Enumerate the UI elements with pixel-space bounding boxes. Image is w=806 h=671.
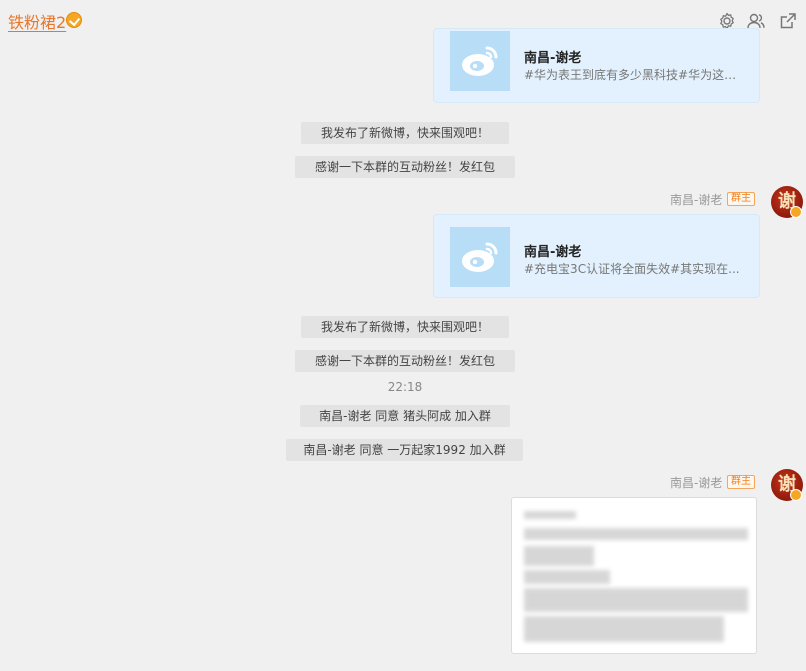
owner-badge: 群主 (727, 192, 755, 206)
system-message: 南昌-谢老 同意 猪头阿成 加入群 (300, 405, 510, 427)
system-message: 南昌-谢老 同意 一万起家1992 加入群 (286, 439, 523, 461)
card-description: #华为表王到底有多少黑科技#华为这个... (524, 68, 742, 82)
open-external-icon[interactable] (778, 11, 798, 31)
blurred-content (524, 511, 576, 519)
blurred-content (524, 616, 724, 642)
owner-badge: 群主 (727, 475, 755, 489)
weibo-logo-icon (450, 31, 510, 91)
system-message: 感谢一下本群的互动粉丝！发红包 (295, 350, 515, 372)
blurred-content (524, 570, 610, 584)
system-message: 感谢一下本群的互动粉丝！发红包 (295, 156, 515, 178)
blurred-content (524, 588, 748, 612)
system-message: 我发布了新微博，快来围观吧！ (301, 316, 509, 338)
blurred-content (524, 546, 594, 566)
verified-icon (790, 206, 802, 218)
verified-icon (790, 489, 802, 501)
sender-name[interactable]: 南昌-谢老 (670, 191, 722, 208)
blurred-content (524, 528, 748, 540)
weibo-logo-icon (450, 227, 510, 287)
vip-badge-icon (66, 12, 82, 28)
group-title[interactable]: 铁粉裙2 (8, 9, 66, 33)
shared-weibo-card[interactable]: 南昌-谢老 #华为表王到底有多少黑科技#华为这个... (433, 28, 760, 103)
sender-name[interactable]: 南昌-谢老 (670, 474, 722, 491)
card-title: 南昌-谢老 (524, 51, 582, 66)
timestamp: 22:18 (387, 380, 423, 394)
card-title: 南昌-谢老 (524, 245, 582, 260)
shared-weibo-card[interactable]: 南昌-谢老 #充电宝3C认证将全面失效#其实现在... (433, 214, 760, 298)
card-description: #充电宝3C认证将全面失效#其实现在... (524, 262, 740, 276)
image-message[interactable] (511, 497, 757, 654)
system-message: 我发布了新微博，快来围观吧！ (301, 122, 509, 144)
